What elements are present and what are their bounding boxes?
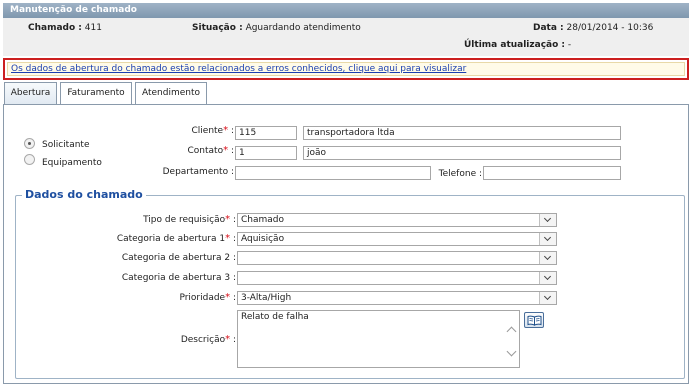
tipo-label-text: Tipo de requisição: [143, 215, 226, 225]
cat1-select[interactable]: Aquisição: [237, 232, 557, 246]
known-errors-alert-inner: Os dados de abertura do chamado estão re…: [7, 62, 685, 76]
tipo-label-colon: :: [230, 215, 236, 225]
chevron-down-icon: [539, 252, 556, 264]
descricao-label-colon: :: [230, 335, 236, 345]
abertura-panel: Solicitante Equipamento Cliente* : 115 t…: [3, 104, 689, 384]
scroll-down-icon[interactable]: [507, 348, 516, 357]
ultima-atualizacao-value: -: [567, 40, 572, 50]
prioridade-label: Prioridade* :: [76, 292, 236, 303]
tab-faturamento[interactable]: Faturamento: [60, 82, 132, 105]
departamento-input[interactable]: [235, 166, 431, 180]
prioridade-label-colon: :: [230, 293, 236, 303]
descricao-label-text: Descrição: [180, 335, 226, 345]
chamado-value: 411: [84, 23, 102, 33]
cliente-label: Cliente* :: [154, 125, 235, 136]
window-title: Manutenção de chamado: [3, 3, 689, 18]
scroll-up-icon[interactable]: [507, 325, 516, 334]
descricao-value: Relato de falha: [241, 312, 309, 322]
cat1-label: Categoria de abertura 1* :: [76, 233, 236, 244]
cat3-label: Categoria de abertura 3 :: [121, 273, 236, 283]
descricao-textarea[interactable]: Relato de falha: [237, 310, 520, 368]
descricao-label: Descrição* :: [76, 334, 236, 345]
tipo-select[interactable]: Chamado: [237, 213, 557, 227]
book-icon: [527, 315, 542, 326]
tipo-label: Tipo de requisição* :: [76, 214, 236, 225]
cat1-label-text: Categoria de abertura 1: [116, 234, 226, 244]
knowledge-base-button[interactable]: [524, 312, 544, 328]
prioridade-label-text: Prioridade: [179, 293, 226, 303]
radio-equipamento[interactable]: [24, 154, 35, 165]
chevron-down-icon: [539, 214, 556, 226]
telefone-input[interactable]: [483, 166, 621, 180]
dados-chamado-legend: Dados do chamado: [22, 188, 146, 201]
cat1-value: Aquisição: [241, 234, 285, 244]
situacao-label: Situação :: [192, 23, 243, 33]
cliente-label-text: Cliente: [191, 126, 224, 136]
departamento-label: Departamento :: [162, 167, 234, 177]
ultima-atualizacao-label: Última atualização :: [464, 40, 566, 50]
tab-abertura[interactable]: Abertura: [4, 82, 57, 106]
contato-code-input[interactable]: 1: [235, 146, 297, 160]
contato-name-input[interactable]: joão: [303, 146, 621, 160]
chevron-down-icon: [539, 233, 556, 245]
contato-label: Contato* :: [154, 145, 234, 156]
cat2-select[interactable]: [237, 251, 557, 265]
prioridade-select[interactable]: 3-Alta/High: [237, 291, 557, 305]
radio-solicitante[interactable]: [24, 138, 35, 149]
contato-label-text: Contato: [187, 146, 224, 156]
cliente-label-colon: :: [228, 126, 234, 136]
cat1-label-colon: :: [230, 234, 236, 244]
contato-label-colon: :: [228, 146, 234, 156]
radio-equipamento-label: Equipamento: [42, 158, 102, 168]
known-errors-link[interactable]: Os dados de abertura do chamado estão re…: [11, 64, 466, 74]
cliente-code-input[interactable]: 115: [235, 126, 297, 140]
chevron-down-icon: [539, 292, 556, 304]
telefone-label: Telefone :: [438, 169, 482, 179]
dados-chamado-group: Dados do chamado Tipo de requisição* : C…: [15, 188, 685, 379]
data-value: 28/01/2014 - 10:36: [566, 23, 654, 33]
tab-atendimento[interactable]: Atendimento: [135, 82, 207, 105]
radio-solicitante-label: Solicitante: [42, 140, 90, 150]
ultima-atualizacao-info: Última atualização : -: [464, 40, 571, 50]
cat2-label: Categoria de abertura 2 :: [121, 253, 236, 263]
situacao-value: Aguardando atendimento: [245, 23, 361, 33]
chamado-label: Chamado :: [28, 23, 82, 33]
known-errors-alert: Os dados de abertura do chamado estão re…: [3, 58, 689, 80]
situacao-info: Situação : Aguardando atendimento: [192, 23, 361, 33]
cliente-name-input[interactable]: transportadora ltda: [303, 126, 621, 140]
tipo-value: Chamado: [241, 215, 285, 225]
data-info: Data : 28/01/2014 - 10:36: [533, 23, 653, 33]
data-label: Data :: [533, 23, 564, 33]
cat3-select[interactable]: [237, 271, 557, 285]
chamado-info: Chamado : 411: [28, 23, 102, 33]
ticket-info-header: Chamado : 411 Situação : Aguardando aten…: [3, 18, 689, 56]
prioridade-value: 3-Alta/High: [241, 293, 292, 303]
chevron-down-icon: [539, 272, 556, 284]
